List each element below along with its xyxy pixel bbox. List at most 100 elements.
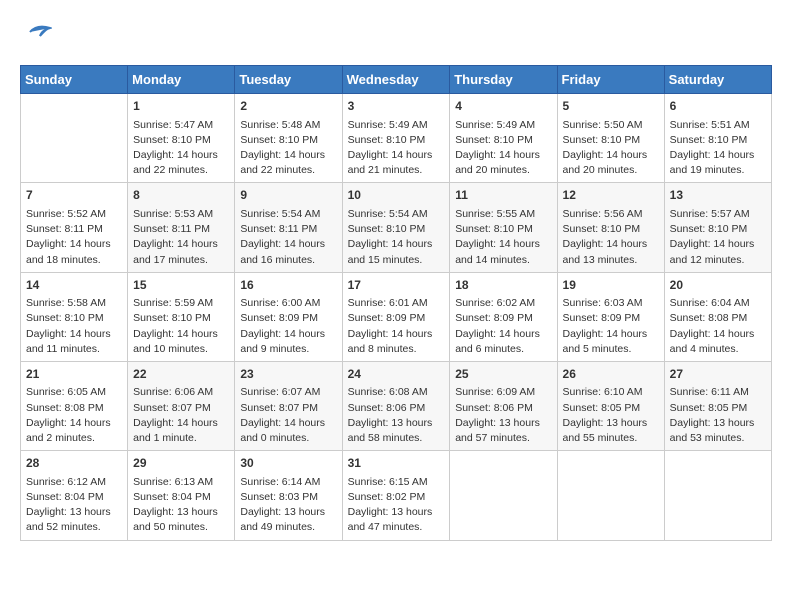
calendar-cell: 8Sunrise: 5:53 AM Sunset: 8:11 PM Daylig… [128, 183, 235, 272]
day-number: 6 [670, 98, 766, 115]
calendar-cell: 9Sunrise: 5:54 AM Sunset: 8:11 PM Daylig… [235, 183, 342, 272]
calendar-cell: 12 Sunrise: 5:56 AM Sunset: 8:10 PM Dayli… [557, 183, 664, 272]
calendar-cell: 24Sunrise: 6:08 AM Sunset: 8:06 PM Dayli… [342, 361, 450, 450]
calendar-cell [21, 94, 128, 183]
day-number: 19 [563, 277, 659, 294]
day-info: Sunrise: 6:06 AM Sunset: 8:07 PM Dayligh… [133, 385, 229, 446]
calendar-cell: 15 Sunrise: 5:59 AM Sunset: 8:10 PM Dayli… [128, 272, 235, 361]
page-header [20, 20, 772, 55]
calendar-cell: 20 Sunrise: 6:04 AM Sunset: 8:08 PM Dayli… [664, 272, 771, 361]
day-info: Sunrise: 5:47 AM Sunset: 8:10 PM Dayligh… [133, 118, 229, 179]
day-number: 2 [240, 98, 336, 115]
day-header-sunday: Sunday [21, 66, 128, 94]
day-number: 13 [670, 187, 766, 204]
calendar-cell: 23 Sunrise: 6:07 AM Sunset: 8:07 PM Dayli… [235, 361, 342, 450]
calendar-cell: 17 Sunrise: 6:01 AM Sunset: 8:09 PM Dayli… [342, 272, 450, 361]
day-header-monday: Monday [128, 66, 235, 94]
day-info: Sunrise: 6:02 AM Sunset: 8:09 PM Dayligh… [455, 296, 551, 357]
day-info: Sunrise: 6:11 AM Sunset: 8:05 PM Dayligh… [670, 385, 766, 446]
day-info: Sunrise: 6:05 AM Sunset: 8:08 PM Dayligh… [26, 385, 122, 446]
day-header-thursday: Thursday [450, 66, 557, 94]
day-number: 28 [26, 455, 122, 472]
calendar-cell: 28 Sunrise: 6:12 AM Sunset: 8:04 PM Dayli… [21, 451, 128, 540]
day-info: Sunrise: 5:50 AM Sunset: 8:10 PM Dayligh… [563, 118, 659, 179]
day-info: Sunrise: 6:12 AM Sunset: 8:04 PM Dayligh… [26, 475, 122, 536]
calendar-cell [664, 451, 771, 540]
day-header-tuesday: Tuesday [235, 66, 342, 94]
day-header-saturday: Saturday [664, 66, 771, 94]
day-number: 15 [133, 277, 229, 294]
day-number: 3 [348, 98, 445, 115]
day-number: 12 [563, 187, 659, 204]
calendar-cell: 6 Sunrise: 5:51 AM Sunset: 8:10 PM Daylig… [664, 94, 771, 183]
calendar-cell: 2 Sunrise: 5:48 AM Sunset: 8:10 PM Daylig… [235, 94, 342, 183]
day-number: 25 [455, 366, 551, 383]
week-row-3: 14Sunrise: 5:58 AM Sunset: 8:10 PM Dayli… [21, 272, 772, 361]
calendar-cell: 16Sunrise: 6:00 AM Sunset: 8:09 PM Dayli… [235, 272, 342, 361]
day-info: Sunrise: 6:13 AM Sunset: 8:04 PM Dayligh… [133, 475, 229, 536]
day-number: 20 [670, 277, 766, 294]
calendar-cell: 29Sunrise: 6:13 AM Sunset: 8:04 PM Dayli… [128, 451, 235, 540]
day-info: Sunrise: 5:55 AM Sunset: 8:10 PM Dayligh… [455, 207, 551, 268]
day-info: Sunrise: 5:51 AM Sunset: 8:10 PM Dayligh… [670, 118, 766, 179]
day-info: Sunrise: 5:57 AM Sunset: 8:10 PM Dayligh… [670, 207, 766, 268]
day-number: 30 [240, 455, 336, 472]
day-header-wednesday: Wednesday [342, 66, 450, 94]
calendar-cell: 19 Sunrise: 6:03 AM Sunset: 8:09 PM Dayli… [557, 272, 664, 361]
calendar-cell: 1 Sunrise: 5:47 AM Sunset: 8:10 PM Daylig… [128, 94, 235, 183]
day-info: Sunrise: 6:00 AM Sunset: 8:09 PM Dayligh… [240, 296, 336, 357]
logo [20, 20, 52, 55]
day-info: Sunrise: 6:14 AM Sunset: 8:03 PM Dayligh… [240, 475, 336, 536]
calendar-cell: 18 Sunrise: 6:02 AM Sunset: 8:09 PM Dayli… [450, 272, 557, 361]
week-row-1: 1 Sunrise: 5:47 AM Sunset: 8:10 PM Daylig… [21, 94, 772, 183]
calendar-cell: 22Sunrise: 6:06 AM Sunset: 8:07 PM Dayli… [128, 361, 235, 450]
day-info: Sunrise: 6:04 AM Sunset: 8:08 PM Dayligh… [670, 296, 766, 357]
calendar-cell: 4 Sunrise: 5:49 AM Sunset: 8:10 PM Daylig… [450, 94, 557, 183]
day-header-friday: Friday [557, 66, 664, 94]
calendar-cell: 25 Sunrise: 6:09 AM Sunset: 8:06 PM Dayli… [450, 361, 557, 450]
day-number: 10 [348, 187, 445, 204]
day-number: 11 [455, 187, 551, 204]
day-number: 21 [26, 366, 122, 383]
day-number: 4 [455, 98, 551, 115]
day-info: Sunrise: 5:54 AM Sunset: 8:11 PM Dayligh… [240, 207, 336, 268]
day-info: Sunrise: 6:03 AM Sunset: 8:09 PM Dayligh… [563, 296, 659, 357]
calendar-cell: 10 Sunrise: 5:54 AM Sunset: 8:10 PM Dayli… [342, 183, 450, 272]
calendar-cell [450, 451, 557, 540]
logo-bird-icon [22, 20, 52, 50]
day-number: 23 [240, 366, 336, 383]
calendar-table: SundayMondayTuesdayWednesdayThursdayFrid… [20, 65, 772, 540]
day-info: Sunrise: 6:10 AM Sunset: 8:05 PM Dayligh… [563, 385, 659, 446]
day-number: 5 [563, 98, 659, 115]
calendar-cell: 14Sunrise: 5:58 AM Sunset: 8:10 PM Dayli… [21, 272, 128, 361]
day-number: 1 [133, 98, 229, 115]
calendar-cell [557, 451, 664, 540]
logo-text [20, 20, 52, 55]
day-info: Sunrise: 5:54 AM Sunset: 8:10 PM Dayligh… [348, 207, 445, 268]
day-number: 17 [348, 277, 445, 294]
calendar-cell: 3 Sunrise: 5:49 AM Sunset: 8:10 PM Daylig… [342, 94, 450, 183]
day-number: 8 [133, 187, 229, 204]
calendar-cell: 26Sunrise: 6:10 AM Sunset: 8:05 PM Dayli… [557, 361, 664, 450]
day-number: 24 [348, 366, 445, 383]
day-info: Sunrise: 5:52 AM Sunset: 8:11 PM Dayligh… [26, 207, 122, 268]
day-info: Sunrise: 6:07 AM Sunset: 8:07 PM Dayligh… [240, 385, 336, 446]
calendar-cell: 30 Sunrise: 6:14 AM Sunset: 8:03 PM Dayli… [235, 451, 342, 540]
day-number: 31 [348, 455, 445, 472]
day-info: Sunrise: 6:15 AM Sunset: 8:02 PM Dayligh… [348, 475, 445, 536]
calendar-cell: 27 Sunrise: 6:11 AM Sunset: 8:05 PM Dayli… [664, 361, 771, 450]
day-number: 27 [670, 366, 766, 383]
week-row-2: 7 Sunrise: 5:52 AM Sunset: 8:11 PM Daylig… [21, 183, 772, 272]
day-info: Sunrise: 5:56 AM Sunset: 8:10 PM Dayligh… [563, 207, 659, 268]
day-info: Sunrise: 5:49 AM Sunset: 8:10 PM Dayligh… [348, 118, 445, 179]
day-info: Sunrise: 6:01 AM Sunset: 8:09 PM Dayligh… [348, 296, 445, 357]
day-number: 7 [26, 187, 122, 204]
day-info: Sunrise: 5:49 AM Sunset: 8:10 PM Dayligh… [455, 118, 551, 179]
day-number: 18 [455, 277, 551, 294]
day-info: Sunrise: 5:48 AM Sunset: 8:10 PM Dayligh… [240, 118, 336, 179]
calendar-cell: 31 Sunrise: 6:15 AM Sunset: 8:02 PM Dayli… [342, 451, 450, 540]
day-info: Sunrise: 6:09 AM Sunset: 8:06 PM Dayligh… [455, 385, 551, 446]
day-number: 14 [26, 277, 122, 294]
calendar-cell: 11 Sunrise: 5:55 AM Sunset: 8:10 PM Dayli… [450, 183, 557, 272]
day-info: Sunrise: 5:59 AM Sunset: 8:10 PM Dayligh… [133, 296, 229, 357]
